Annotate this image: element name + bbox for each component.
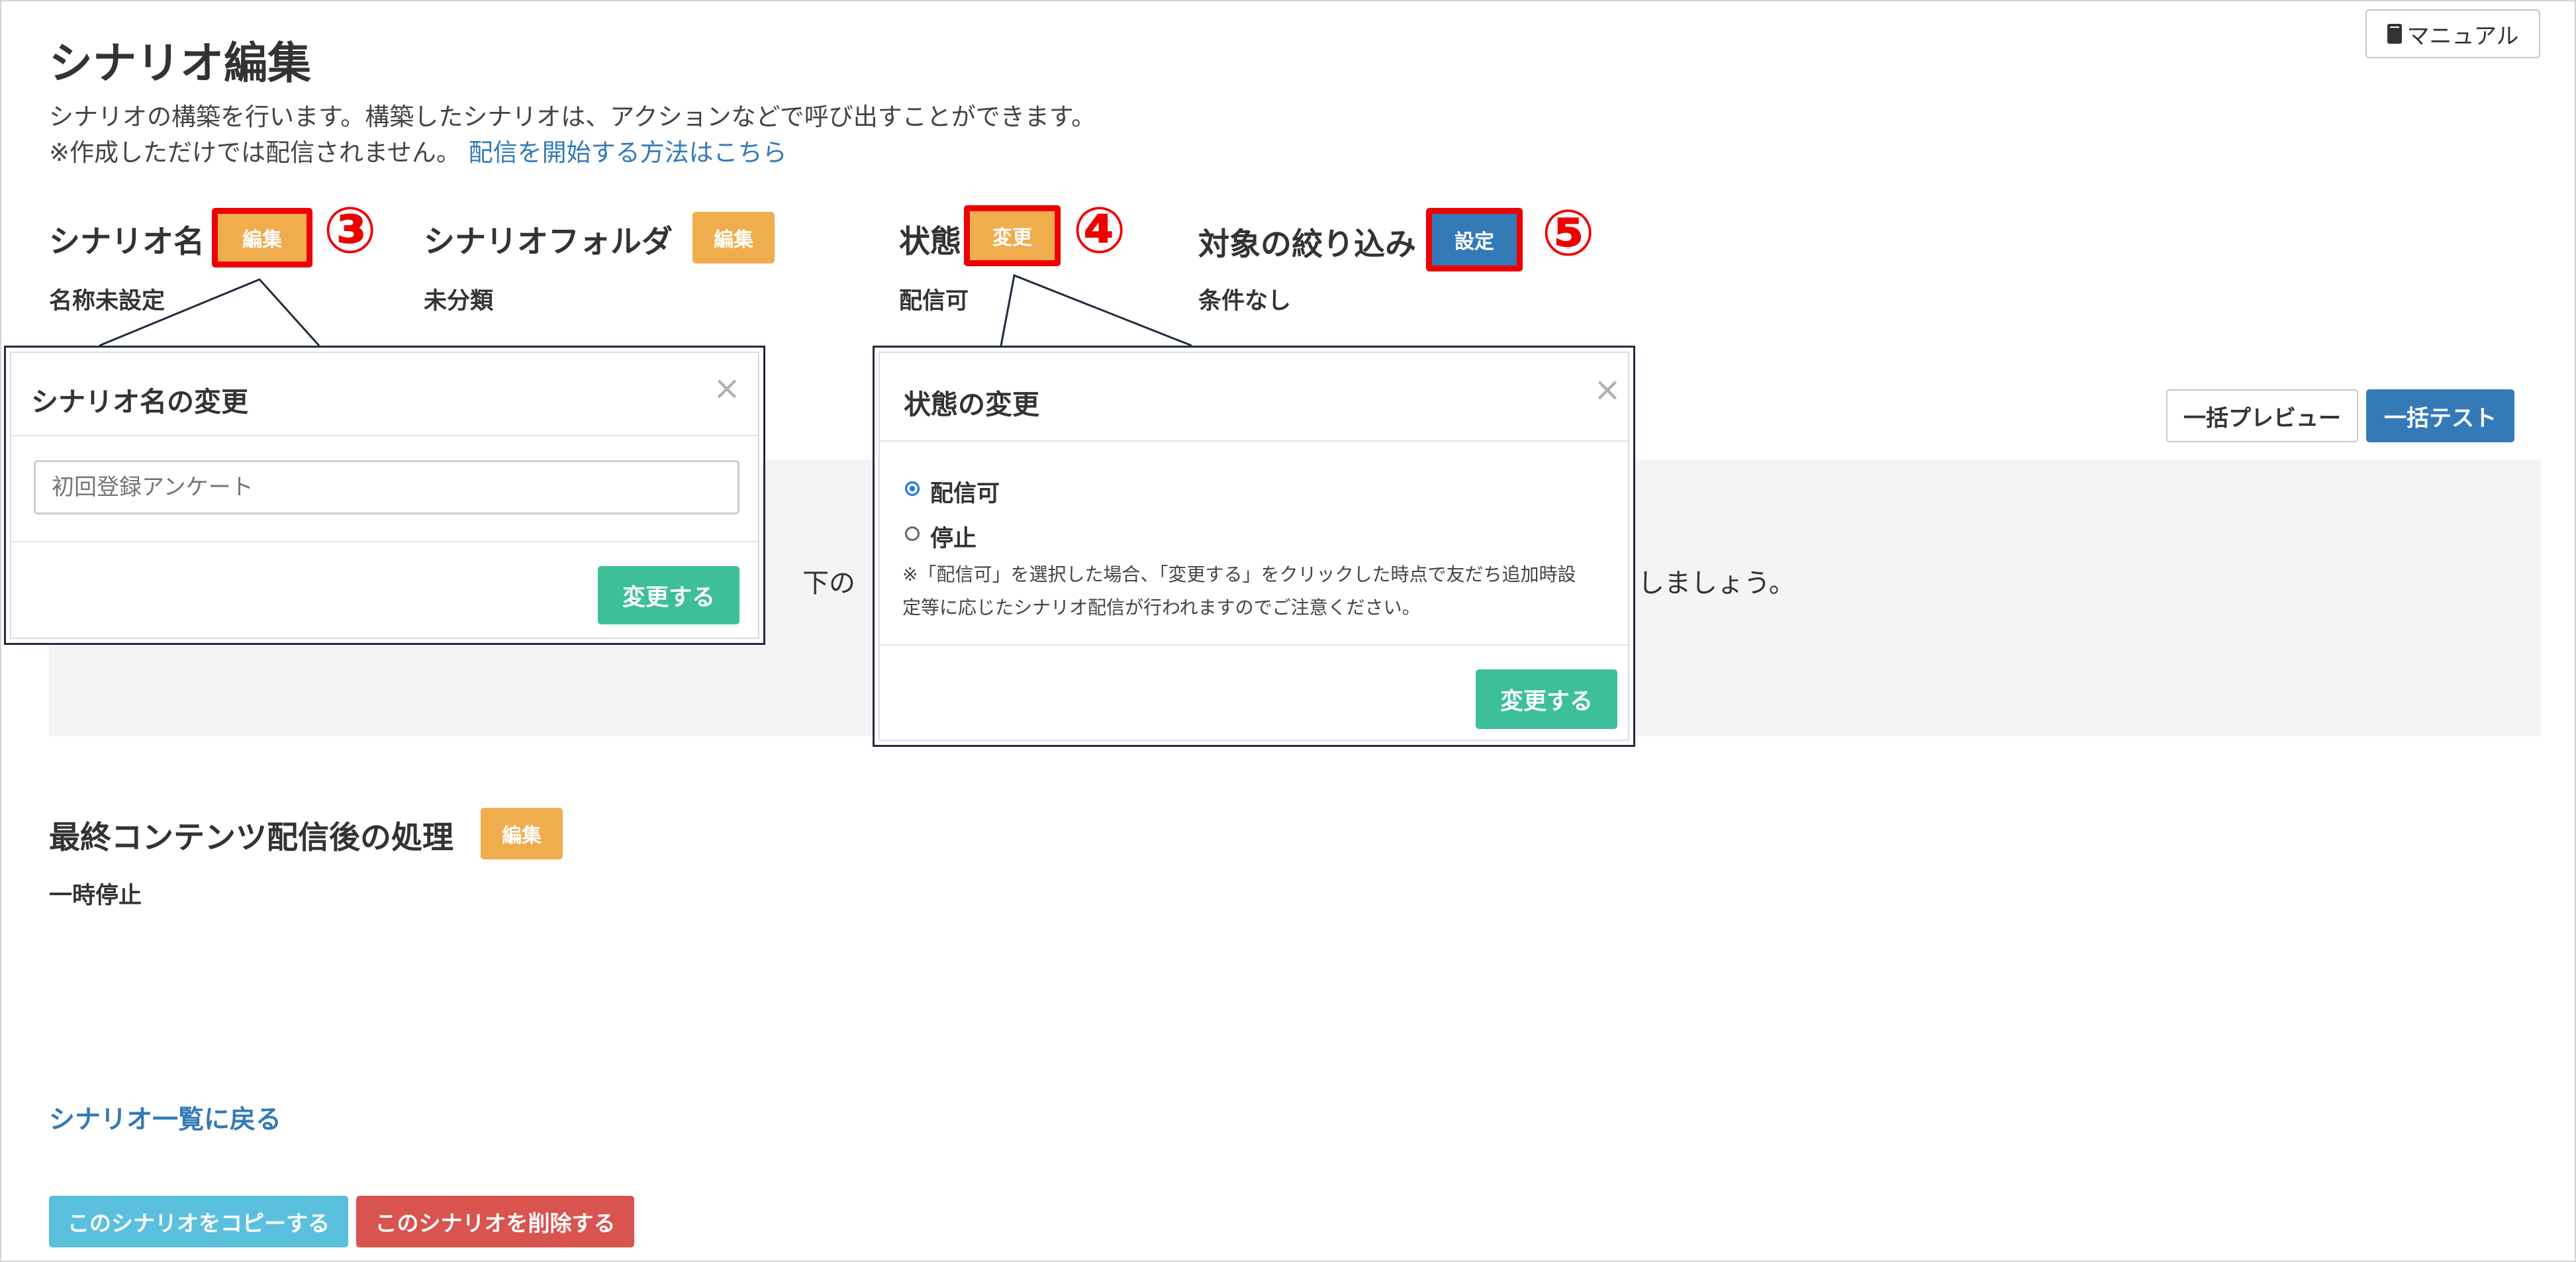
start-delivery-link[interactable]: 配信を開始する方法はこちら: [469, 138, 787, 167]
close-icon[interactable]: ×: [713, 371, 741, 405]
set-target-filter-button[interactable]: 設定: [1426, 208, 1523, 271]
panel-text-left: 下の: [802, 568, 855, 599]
status-note-line1: ※「配信可」を選択した場合、「変更する」をクリックした時点で友だち追加時設: [902, 563, 1576, 585]
scenario-name-input[interactable]: [34, 460, 739, 514]
manual-button[interactable]: マニュアル: [2365, 9, 2540, 58]
target-filter-value: 条件なし: [1198, 288, 1292, 315]
marker-5: ⑤: [1541, 196, 1596, 270]
edit-scenario-name-button[interactable]: 編集: [212, 208, 312, 267]
modal-divider: [880, 440, 1628, 442]
marker-3: ③: [323, 193, 377, 267]
scenario-name-modal: シナリオ名の変更 × 変更する: [4, 346, 765, 645]
copy-scenario-button[interactable]: このシナリオをコピーする: [49, 1196, 348, 1247]
scenario-folder-value: 未分類: [424, 288, 494, 315]
status-modal-body: 状態の変更 × 配信可 停止 ※「配信可」を選択した場合、「変更する」をクリック…: [879, 352, 1629, 741]
status-modal: 状態の変更 × 配信可 停止 ※「配信可」を選択した場合、「変更する」をクリック…: [873, 346, 1635, 747]
book-icon: [2387, 24, 2402, 44]
target-filter-title: 対象の絞り込み: [1198, 226, 1416, 263]
after-last-value: 一時停止: [49, 883, 142, 909]
page-note-text: ※作成しただけでは配信されません。: [49, 138, 461, 167]
scenario-name-value: 名称未設定: [49, 288, 166, 315]
edit-scenario-folder-button[interactable]: 編集: [692, 212, 775, 264]
close-icon[interactable]: ×: [1594, 373, 1621, 406]
marker-4: ④: [1073, 193, 1127, 267]
radio-stopped-label: 停止: [930, 526, 977, 552]
back-to-list-link[interactable]: シナリオ一覧に戻る: [49, 1099, 281, 1136]
change-status-button[interactable]: 変更: [964, 205, 1061, 266]
scenario-name-modal-body: シナリオ名の変更 × 変更する: [10, 352, 759, 639]
bulk-test-button[interactable]: 一括テスト: [2366, 389, 2514, 442]
page-note: ※作成しただけでは配信されません。 配信を開始する方法はこちら: [49, 132, 787, 168]
scenario-folder-title: シナリオフォルダ: [424, 224, 673, 260]
edit-after-last-button[interactable]: 編集: [481, 808, 563, 859]
radio-deliverable[interactable]: [905, 481, 920, 496]
manual-label: マニュアル: [2407, 23, 2519, 50]
delete-scenario-button[interactable]: このシナリオを削除する: [356, 1196, 634, 1247]
scenario-name-title: シナリオ名: [49, 224, 205, 260]
status-submit-button[interactable]: 変更する: [1476, 669, 1617, 729]
bulk-preview-button[interactable]: 一括プレビュー: [2166, 389, 2358, 442]
panel-text-right: しましょう。: [1638, 568, 1795, 599]
status-modal-title: 状態の変更: [904, 389, 1039, 420]
radio-deliverable-label: 配信可: [930, 481, 1000, 507]
after-last-title: 最終コンテンツ配信後の処理: [49, 820, 453, 856]
status-value: 配信可: [899, 288, 969, 315]
modal-divider: [11, 435, 758, 436]
status-title: 状態: [899, 224, 961, 260]
radio-stopped[interactable]: [905, 526, 920, 541]
scenario-name-modal-title: シナリオ名の変更: [31, 386, 248, 418]
scenario-name-submit-button[interactable]: 変更する: [598, 566, 739, 624]
page-title: シナリオ編集: [49, 38, 311, 89]
page-description: シナリオの構築を行います。構築したシナリオは、アクションなどで呼び出すことができ…: [49, 103, 1096, 131]
modal-divider: [11, 541, 758, 542]
status-note-line2: 定等に応じたシナリオ配信が行われますのでご注意ください。: [902, 597, 1421, 618]
modal-divider: [880, 644, 1628, 646]
